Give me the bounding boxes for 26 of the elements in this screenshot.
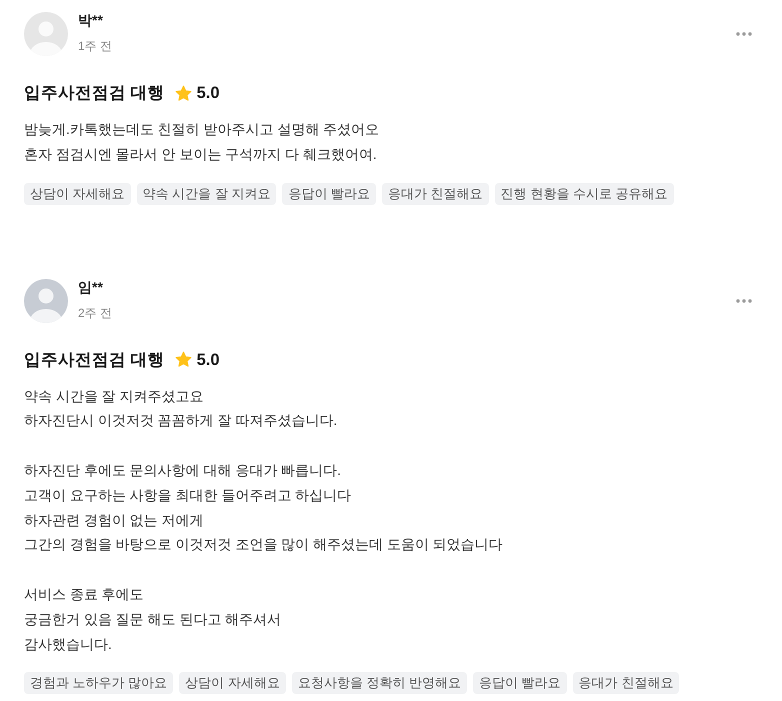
- keyword-tag: 응답이 빨라요: [282, 182, 376, 205]
- service-title: 입주사전점검 대행: [24, 350, 165, 371]
- keyword-tag: 진행 현황을 수시로 공유해요: [494, 182, 674, 205]
- review-text: 약속 시간을 잘 지켜주셨고요 하자진단시 이것저것 꼼꼼하게 잘 따져주셨습니다.: [24, 388, 338, 430]
- star-icon: [174, 84, 192, 102]
- rating-score: 5.0: [196, 350, 220, 371]
- keyword-tag: 응대가 친절해요: [382, 182, 489, 205]
- rating-score: 5.0: [196, 83, 220, 104]
- more-icon[interactable]: [736, 32, 752, 36]
- star-icon: [174, 351, 192, 368]
- keyword-tag: 응대가 친절해요: [572, 672, 680, 694]
- review-text: 하자진단 후에도 문의사항에 대해 응대가 빠릅니다. 고객이 요구하는 사항을 최대한 들어주려고 하십니다 하자관련 경험이 없는 저에게 그간의 경험을 바탕으로 이것저것 조언을 많이 해주셨는데 도움이 되었습니다: [24, 462, 504, 554]
- keyword-tag: 상담이 자세해요: [179, 672, 286, 694]
- reviewer-name: 박**: [78, 12, 103, 28]
- more-icon[interactable]: [736, 298, 752, 303]
- keyword-tag: 약속 시간을 잘 지켜요: [136, 182, 276, 205]
- review-time: 1주 전: [78, 38, 112, 54]
- reviewer-name: 임**: [78, 278, 103, 295]
- keyword-tag: 상담이 자세해요: [24, 182, 131, 205]
- review-text: 밤늦게.카톡했는데도 친절히 받아주시고 설명해 주셨어오 혼자 점검시엔 몰라서 안 보이는 구석까지 다 췌크했어여.: [24, 121, 380, 164]
- keyword-tag: 요청사항을 정확히 반영해요: [292, 672, 468, 694]
- keyword-tag: 경험과 노하우가 많아요: [24, 672, 174, 694]
- service-title: 입주사전점검 대행: [24, 83, 165, 104]
- keyword-tag: 응답이 빨라요: [473, 672, 567, 694]
- review-text: 서비스 종료 후에도 궁금한거 있음 질문 해도 된다고 해주셔서 감사했습니다.: [24, 586, 282, 654]
- review-time: 2주 전: [78, 304, 112, 321]
